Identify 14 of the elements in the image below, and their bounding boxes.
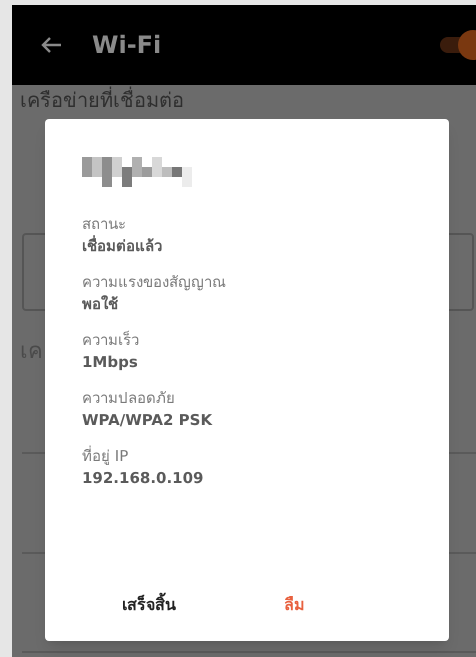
field-label: ความปลอดภัย: [82, 388, 175, 409]
field-value: 192.168.0.109: [82, 468, 204, 489]
section-heading: เครือข่ายที่เชื่อมต่อ: [20, 87, 185, 113]
field-value: WPA/WPA2 PSK: [82, 410, 212, 431]
field-label: ความเร็ว: [82, 330, 139, 351]
field-label: สถานะ: [82, 214, 126, 235]
field-value: เชื่อมต่อแล้ว: [82, 235, 162, 257]
back-icon[interactable]: [40, 36, 62, 54]
field-label: ความแรงของสัญญาณ: [82, 272, 226, 293]
field-value: พอใช้: [82, 294, 118, 315]
screen-title: Wi-Fi: [92, 30, 162, 61]
field-value: 1Mbps: [82, 352, 138, 373]
done-button[interactable]: เสร็จสิ้น: [120, 587, 178, 623]
field-label: ที่อยู่ IP: [82, 445, 128, 467]
